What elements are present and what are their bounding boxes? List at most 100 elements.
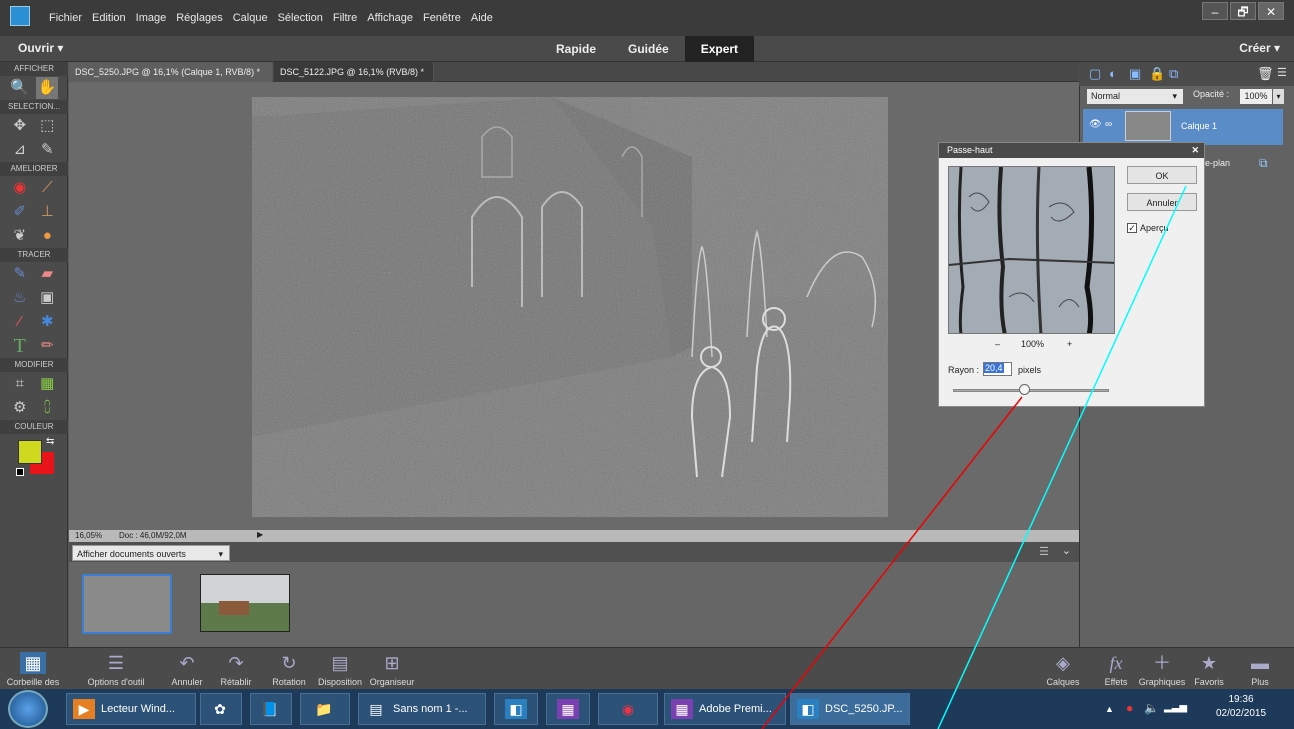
- dialog-close-icon[interactable]: ✕: [1191, 143, 1199, 158]
- taskbar-app[interactable]: 📘: [250, 693, 292, 725]
- tray-arrow-icon[interactable]: ▲: [1105, 704, 1114, 714]
- adjustment-layer-icon[interactable]: ◐: [1109, 66, 1117, 81]
- move-tool-icon[interactable]: ✥: [9, 115, 31, 137]
- document-image[interactable]: [252, 97, 888, 517]
- tab-guidee[interactable]: Guidée: [612, 36, 685, 62]
- radius-slider-track[interactable]: [953, 389, 1109, 392]
- background-layer-name[interactable]: e-plan: [1205, 158, 1230, 168]
- menu-reglages[interactable]: Réglages: [171, 12, 227, 24]
- blend-mode-select[interactable]: Normal ▾: [1087, 89, 1183, 104]
- start-button[interactable]: [8, 690, 48, 728]
- opacity-dropdown-icon[interactable]: ▾: [1273, 89, 1284, 104]
- taskbar-explorer[interactable]: 📁: [300, 693, 350, 725]
- smart-brush-tool-icon[interactable]: ✐: [9, 201, 31, 223]
- recompose-tool-icon[interactable]: ▦: [36, 373, 58, 395]
- new-layer-icon[interactable]: ▢: [1089, 66, 1101, 82]
- menu-affichage[interactable]: Affichage: [362, 12, 418, 24]
- system-clock[interactable]: 19:36 02/02/2015: [1196, 694, 1286, 719]
- gradient-tool-icon[interactable]: ▣: [36, 287, 58, 309]
- preview-checkbox-row[interactable]: ✓ Aperçu: [1127, 223, 1169, 233]
- open-button[interactable]: Ouvrir ▾: [18, 41, 63, 55]
- ok-button[interactable]: OK: [1127, 166, 1197, 184]
- straighten-tool-icon[interactable]: ⩇: [36, 397, 58, 419]
- eraser-tool-icon[interactable]: ▰: [36, 263, 58, 285]
- filter-preview[interactable]: [948, 166, 1115, 334]
- bin-menu-icon[interactable]: ☰: [1039, 545, 1049, 558]
- red-eye-tool-icon[interactable]: ◉: [9, 177, 31, 199]
- pencil-tool-icon[interactable]: ✏: [36, 335, 58, 357]
- bin-collapse-icon[interactable]: ⌄: [1062, 544, 1071, 557]
- menu-fenetre[interactable]: Fenêtre: [418, 12, 466, 24]
- tab-rapide[interactable]: Rapide: [540, 36, 612, 62]
- taskbar-media-player[interactable]: ▶ Lecteur Wind...: [66, 693, 196, 725]
- clone-stamp-tool-icon[interactable]: ⊥: [36, 201, 58, 223]
- link-icon[interactable]: ∞: [1105, 119, 1112, 130]
- network-icon[interactable]: ▂▃▅: [1164, 702, 1187, 713]
- create-button[interactable]: Créer ▾: [1239, 41, 1280, 55]
- brush-tool-icon[interactable]: ✎: [9, 263, 31, 285]
- layers-button[interactable]: ◈ Calques: [1038, 652, 1088, 687]
- foreground-color-swatch[interactable]: [18, 440, 42, 464]
- menu-image[interactable]: Image: [131, 12, 172, 24]
- blur-tool-icon[interactable]: ❦: [9, 225, 31, 247]
- visibility-eye-icon[interactable]: 👁: [1089, 119, 1102, 130]
- menu-aide[interactable]: Aide: [466, 12, 498, 24]
- rotate-button[interactable]: ↻ Rotation: [264, 652, 314, 687]
- minimize-button[interactable]: –: [1202, 2, 1228, 20]
- marquee-tool-icon[interactable]: ⬚: [36, 115, 58, 137]
- menu-selection[interactable]: Sélection: [273, 12, 328, 24]
- menu-edition[interactable]: Edition: [87, 12, 131, 24]
- layout-button[interactable]: ▤ Disposition: [312, 652, 368, 687]
- zoom-readout[interactable]: 16,05%: [75, 531, 102, 540]
- maximize-button[interactable]: 🗗: [1230, 2, 1256, 20]
- lock-icon[interactable]: 🔒: [1149, 66, 1165, 82]
- close-button[interactable]: ✕: [1258, 2, 1284, 20]
- favorites-button[interactable]: ★ Favoris: [1186, 652, 1232, 687]
- more-button[interactable]: ▬ Plus: [1238, 652, 1282, 687]
- redo-button[interactable]: ↷ Rétablir: [214, 652, 258, 687]
- organizer-button[interactable]: ⊞ Organiseur: [362, 652, 422, 687]
- crop-tool-icon[interactable]: ⌗: [9, 373, 31, 395]
- taskbar-sans-nom[interactable]: ▤ Sans nom 1 -...: [358, 693, 486, 725]
- lasso-tool-icon[interactable]: ⊿: [9, 139, 31, 161]
- hand-tool-icon[interactable]: ✋: [36, 77, 59, 99]
- radius-input[interactable]: 20,4: [983, 362, 1012, 376]
- zoom-tool-icon[interactable]: 🔍: [9, 77, 31, 99]
- undo-button[interactable]: ↶ Annuler: [166, 652, 208, 687]
- zoom-in-button[interactable]: +: [1067, 339, 1072, 349]
- effects-button[interactable]: fx Effets: [1094, 652, 1138, 687]
- volume-icon[interactable]: 🔈: [1144, 701, 1159, 715]
- default-colors-icon[interactable]: [16, 468, 24, 476]
- bin-source-dropdown[interactable]: Afficher documents ouverts ▾: [72, 545, 230, 561]
- menu-calque[interactable]: Calque: [228, 12, 273, 24]
- taskbar-chrome[interactable]: ◉: [598, 693, 658, 725]
- eyedropper-tool-icon[interactable]: ⁄: [9, 311, 31, 333]
- mask-icon[interactable]: ▣: [1129, 66, 1141, 82]
- graphics-button[interactable]: ＋ Graphiques: [1134, 652, 1190, 687]
- swap-colors-icon[interactable]: ⇆: [46, 436, 54, 447]
- sponge-tool-icon[interactable]: ●: [36, 225, 58, 247]
- opacity-input[interactable]: 100%: [1240, 89, 1272, 104]
- tray-app-icon[interactable]: ●: [1126, 701, 1133, 715]
- thumbnail-dsc5250[interactable]: [82, 574, 172, 634]
- tab-dsc5122[interactable]: DSC_5122.JPG @ 16,1% (RVB/8) * ×: [274, 62, 434, 97]
- trash-icon[interactable]: 🗑: [1257, 66, 1274, 82]
- menu-fichier[interactable]: Fichier: [44, 12, 87, 24]
- zoom-out-button[interactable]: –: [995, 339, 1000, 349]
- thumbnail-dsc5122[interactable]: [200, 574, 290, 632]
- preview-checkbox[interactable]: ✓: [1127, 223, 1137, 233]
- spot-healing-tool-icon[interactable]: ⟋: [36, 177, 58, 199]
- quick-selection-tool-icon[interactable]: ✎: [36, 139, 58, 161]
- type-tool-icon[interactable]: T: [9, 335, 31, 357]
- layer-row-calque1[interactable]: 👁 ∞ Calque 1: [1083, 109, 1283, 145]
- cancel-button[interactable]: Annuler: [1127, 193, 1197, 211]
- layer-name[interactable]: Calque 1: [1181, 121, 1217, 131]
- menu-filtre[interactable]: Filtre: [328, 12, 362, 24]
- radius-slider-handle[interactable]: [1019, 384, 1030, 395]
- taskbar-premiere-elements[interactable]: ▦: [546, 693, 590, 725]
- taskbar-elements-organizer[interactable]: ◧: [494, 693, 538, 725]
- tool-options-button[interactable]: ☰ Options d'outil: [66, 652, 166, 687]
- panel-menu-icon[interactable]: ☰: [1277, 66, 1287, 79]
- status-menu-arrow-icon[interactable]: ▶: [257, 530, 263, 539]
- taskbar-picasa[interactable]: ✿: [200, 693, 242, 725]
